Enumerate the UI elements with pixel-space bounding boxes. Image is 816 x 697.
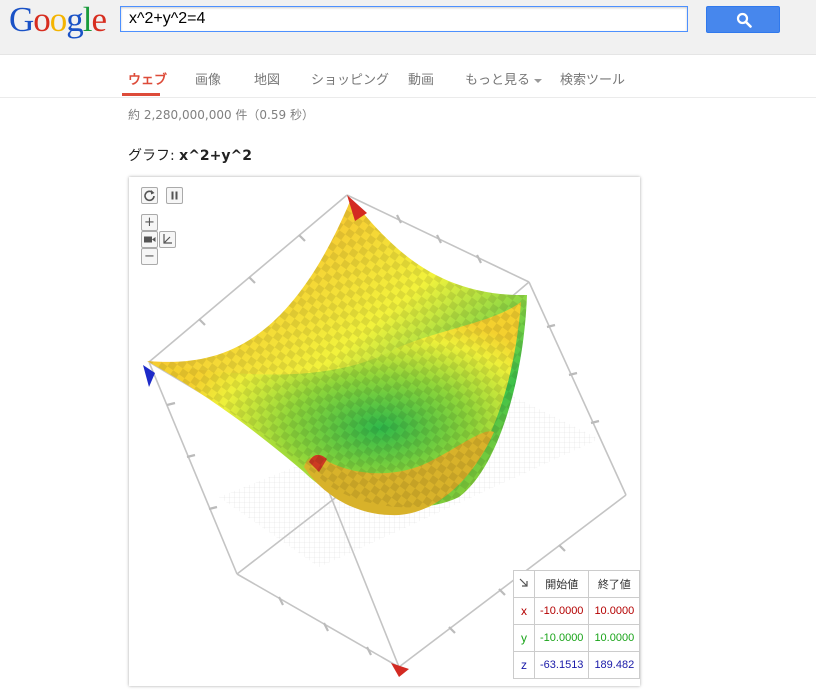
- z-end-value[interactable]: 189.482: [588, 651, 640, 679]
- y-start-value[interactable]: -10.0000: [533, 624, 590, 652]
- table-row: y -10.0000 10.0000: [513, 624, 640, 652]
- tab-shopping[interactable]: ショッピング: [311, 69, 389, 88]
- y-end-value[interactable]: 10.0000: [588, 624, 640, 652]
- x-start-value[interactable]: -10.0000: [533, 597, 590, 625]
- logo-letter: g: [66, 0, 83, 39]
- chevron-down-icon: [534, 78, 543, 83]
- logo-letter: o: [33, 0, 50, 39]
- search-box: [120, 6, 688, 32]
- pause-button[interactable]: [166, 187, 183, 204]
- refresh-icon: [144, 190, 155, 202]
- camera-icon: [144, 236, 156, 243]
- tab-maps[interactable]: 地図: [254, 69, 280, 88]
- corner-marker-blue: [143, 365, 155, 387]
- graph-title-expression: x^2+y^2: [179, 148, 253, 164]
- search-icon: [736, 12, 752, 28]
- tab-images[interactable]: 画像: [195, 69, 221, 88]
- graph-title: グラフ: x^2+y^2: [128, 145, 252, 165]
- graph-3d-canvas[interactable]: + − 開始値 終了値 x -10.0000 10.0000 y -10.000…: [129, 177, 640, 686]
- arrow-down-right-icon: [519, 578, 528, 587]
- active-tab-indicator: [122, 93, 160, 96]
- tab-more[interactable]: もっと見る: [465, 69, 543, 88]
- graph-title-prefix: グラフ:: [128, 148, 180, 164]
- corner-arrow-cell[interactable]: [513, 570, 535, 598]
- axes-mode-button[interactable]: [159, 231, 176, 248]
- search-nav: ウェブ 画像 地図 ショッピング 動画 もっと見る 検索ツール: [0, 55, 816, 98]
- search-button[interactable]: [706, 6, 780, 33]
- tab-videos[interactable]: 動画: [408, 69, 434, 88]
- surface-checker: [147, 199, 527, 508]
- result-stats: 約 2,280,000,000 件（0.59 秒）: [128, 108, 314, 122]
- axis-label-z: z: [513, 651, 535, 679]
- search-input[interactable]: [121, 7, 687, 31]
- pause-icon: [171, 191, 178, 200]
- x-end-value[interactable]: 10.0000: [588, 597, 640, 625]
- logo-letter: e: [91, 0, 108, 39]
- tab-more-label: もっと見る: [465, 73, 531, 88]
- header-bar: Google: [0, 0, 816, 55]
- tab-search-tools[interactable]: 検索ツール: [560, 69, 625, 88]
- z-start-value[interactable]: -63.1513: [533, 651, 590, 679]
- table-row: x -10.0000 10.0000: [513, 597, 640, 625]
- header-end: 終了値: [588, 570, 640, 598]
- range-table: 開始値 終了値 x -10.0000 10.0000 y -10.0000 10…: [513, 570, 640, 679]
- axis-label-y: y: [513, 624, 535, 652]
- zoom-out-button[interactable]: −: [141, 248, 158, 265]
- zoom-in-button[interactable]: +: [141, 214, 158, 231]
- reset-view-button[interactable]: [141, 187, 158, 204]
- header-start: 開始値: [533, 570, 590, 598]
- logo-letter: G: [9, 0, 34, 39]
- google-logo[interactable]: Google: [9, 0, 108, 39]
- logo-letter: l: [82, 0, 93, 39]
- corner-marker-red: [391, 663, 409, 677]
- axes-icon: [163, 234, 172, 244]
- table-row: z -63.1513 189.482: [513, 651, 640, 679]
- tab-web[interactable]: ウェブ: [128, 69, 167, 88]
- axis-label-x: x: [513, 597, 535, 625]
- table-header-row: 開始値 終了値: [513, 570, 640, 598]
- logo-letter: o: [49, 0, 67, 39]
- camera-mode-button[interactable]: [141, 231, 158, 248]
